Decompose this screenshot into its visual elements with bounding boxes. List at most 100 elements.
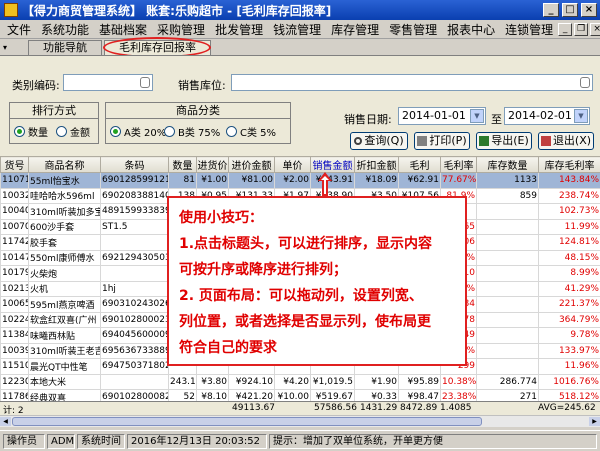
column-header[interactable]: 进货价 xyxy=(196,156,229,173)
category-browse-icon[interactable] xyxy=(140,77,150,88)
table-cell xyxy=(476,280,539,297)
table-cell: 23.38% xyxy=(440,389,477,401)
table-cell: 364.79% xyxy=(538,311,600,328)
column-header[interactable]: 库存毛利率 xyxy=(538,156,600,173)
table-cell: 143.84% xyxy=(538,172,600,189)
column-header[interactable]: 条码 xyxy=(100,156,169,173)
table-cell: 10224 xyxy=(0,311,29,328)
warehouse-input[interactable] xyxy=(231,74,593,91)
scroll-right-icon[interactable]: ▶ xyxy=(589,417,600,426)
table-cell: 10147 xyxy=(0,249,29,266)
column-header[interactable]: 单价 xyxy=(274,156,311,173)
column-header[interactable]: 进价金额 xyxy=(228,156,275,173)
column-header[interactable]: 毛利率 xyxy=(440,156,477,173)
table-cell xyxy=(476,203,539,220)
menu-reports[interactable]: 报表中心 xyxy=(442,21,500,38)
mdi-minimize-button[interactable]: _ xyxy=(558,22,573,36)
table-cell: 10065 xyxy=(0,296,29,313)
dropdown-arrow-icon[interactable]: ▼ xyxy=(470,109,484,123)
table-cell: 火机 xyxy=(28,280,101,297)
query-button[interactable]: 查询(Q) xyxy=(350,132,408,150)
table-cell: ¥1.90 xyxy=(354,373,399,390)
warehouse-browse-icon[interactable] xyxy=(580,77,590,88)
column-header[interactable]: 数量 xyxy=(168,156,197,173)
table-cell: 10039 xyxy=(0,342,29,359)
table-cell: 1133 xyxy=(476,172,539,189)
horizontal-scrollbar[interactable]: ◀ ▶ xyxy=(0,415,600,427)
category-code-input[interactable] xyxy=(63,74,153,91)
table-cell: ¥519.67 xyxy=(310,389,355,401)
class-a-radio[interactable]: A类 20% xyxy=(110,124,166,139)
table-row[interactable]: 12230 本地大米 243.1 ¥3.80 ¥924.10 ¥4.20 ¥1,019.5 ¥… xyxy=(0,373,600,390)
table-cell: 6903102430260 xyxy=(100,296,169,313)
table-row[interactable]: 11786经典双喜690102800082652¥8.10¥421.20¥10.… xyxy=(0,389,600,401)
mdi-close-button[interactable]: × xyxy=(590,22,600,36)
close-button[interactable]: × xyxy=(581,3,597,17)
discount-total: 1431.29 xyxy=(360,403,398,413)
status-message: 提示：增加了双单位系统，开单更方便 xyxy=(269,434,597,449)
menu-chain[interactable]: 连锁管理 xyxy=(500,21,558,38)
column-header[interactable]: 库存数量 xyxy=(476,156,539,173)
system-datetime: 2016年12月13日 20:03:52 xyxy=(127,434,267,449)
column-header[interactable]: 折扣金额 xyxy=(354,156,399,173)
table-cell: 124.81% xyxy=(538,234,600,251)
tab-navigation[interactable]: 功能导航 xyxy=(28,40,102,55)
table-cell: 859 xyxy=(476,187,539,204)
menu-master-data[interactable]: 基础档案 xyxy=(94,21,152,38)
table-cell: 55ml怡宝水 xyxy=(28,172,101,189)
menu-file[interactable]: 文件 xyxy=(2,21,36,38)
table-cell: 41.29% xyxy=(538,280,600,297)
table-cell: 11.96% xyxy=(538,358,600,375)
dropdown-arrow-icon[interactable]: ▼ xyxy=(574,109,588,123)
print-button[interactable]: 打印(P) xyxy=(414,132,470,150)
tab-bar: ▾ 功能导航 毛利库存回报率 xyxy=(0,39,600,55)
column-header[interactable]: 商品名称 xyxy=(28,156,101,173)
menu-bar: 文件 系统功能 基础档案 采购管理 批发管理 钱流管理 库存管理 零售管理 报表… xyxy=(0,20,600,39)
export-button[interactable]: 导出(E) xyxy=(476,132,532,150)
table-cell: 11.99% xyxy=(538,218,600,235)
usage-tip-box: 使用小技巧： 1.点击标题头，可以进行排序，显示内容 可按升序或降序进行排列； … xyxy=(167,196,467,366)
class-c-radio[interactable]: C类 5% xyxy=(226,124,276,139)
table-cell: 81 xyxy=(168,172,197,189)
menu-inventory[interactable]: 库存管理 xyxy=(326,21,384,38)
table-row[interactable]: 1107155ml怡宝水690128599121981¥1.00¥81.00¥2… xyxy=(0,172,600,189)
column-header[interactable]: 销售金额 xyxy=(310,156,355,173)
tab-list-arrow-icon[interactable]: ▾ xyxy=(0,41,10,55)
menu-cashflow[interactable]: 钱流管理 xyxy=(268,21,326,38)
menu-retail[interactable]: 零售管理 xyxy=(384,21,442,38)
table-cell: ¥98.47 xyxy=(398,389,441,401)
sort-by-quantity-radio[interactable]: 数量 xyxy=(14,124,48,139)
exit-button[interactable]: 退出(X) xyxy=(538,132,594,150)
table-cell: 11786 xyxy=(0,389,29,401)
table-cell: 火柴炮 xyxy=(28,265,101,282)
scroll-thumb[interactable] xyxy=(12,417,482,426)
tip-line: 1.点击标题头，可以进行排序，显示内容 xyxy=(179,236,433,252)
date-to-picker[interactable]: 2014-02-01 ▼ xyxy=(504,107,590,125)
operator-name: ADMIN xyxy=(47,434,75,449)
avg-value: AVG=245.62 xyxy=(538,403,596,413)
table-cell xyxy=(100,265,169,282)
column-header[interactable]: 毛利 xyxy=(398,156,441,173)
minimize-button[interactable]: _ xyxy=(543,3,559,17)
mdi-controls: _ ❐ × xyxy=(558,22,600,36)
date-from-picker[interactable]: 2014-01-01 ▼ xyxy=(398,107,486,125)
profit-total: 8472.89 xyxy=(400,403,438,413)
menu-purchase[interactable]: 采购管理 xyxy=(152,21,210,38)
table-cell: 软盒红双喜(广州 xyxy=(28,311,101,328)
table-cell: 6901028000239 xyxy=(100,311,169,328)
table-cell: 1hj xyxy=(100,280,169,297)
menu-system[interactable]: 系统功能 xyxy=(36,21,94,38)
table-cell: ¥95.89 xyxy=(398,373,441,390)
menu-wholesale[interactable]: 批发管理 xyxy=(210,21,268,38)
margin-total: 1.4085 xyxy=(440,403,472,413)
maximize-button[interactable]: □ xyxy=(562,3,578,17)
class-b-radio[interactable]: B类 75% xyxy=(164,124,220,139)
sort-by-amount-radio[interactable]: 金额 xyxy=(56,124,90,139)
tab-profit-return[interactable]: 毛利库存回报率 xyxy=(104,40,211,55)
scroll-left-icon[interactable]: ◀ xyxy=(0,417,11,426)
radio-unchecked-icon xyxy=(164,126,175,137)
table-cell: 4891599338393 xyxy=(100,203,169,220)
mdi-restore-button[interactable]: ❐ xyxy=(574,22,589,36)
column-header[interactable]: 货号 xyxy=(0,156,29,173)
table-cell xyxy=(476,327,539,344)
